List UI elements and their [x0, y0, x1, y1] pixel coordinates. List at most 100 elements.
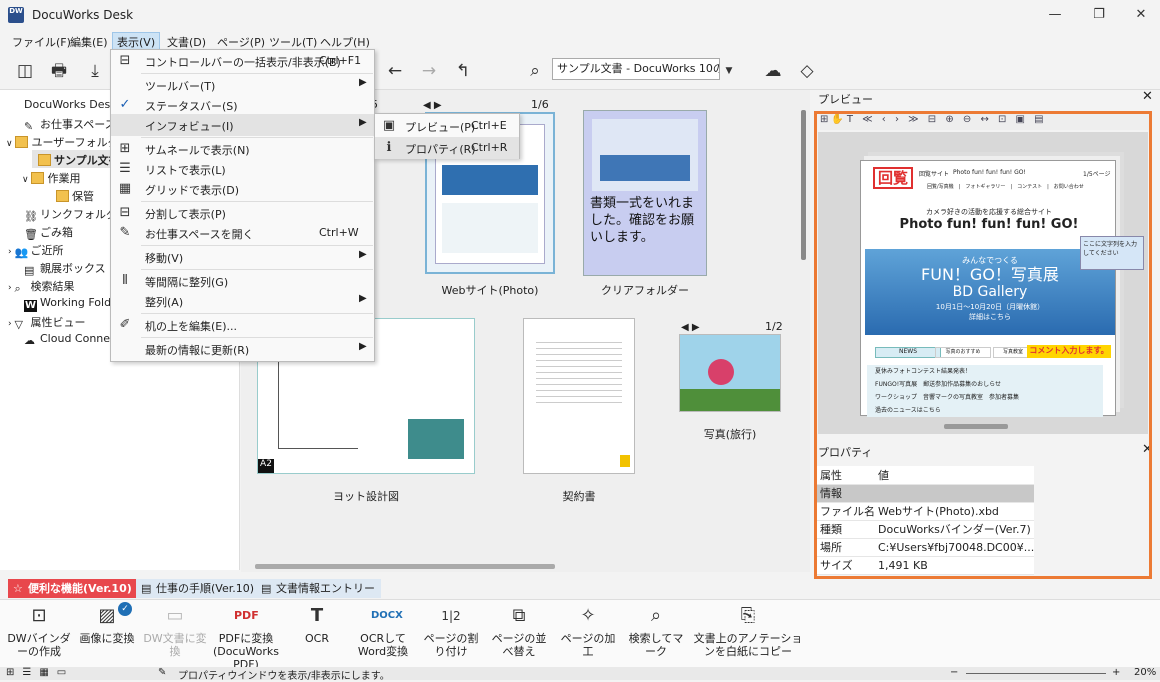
- tree-item-docuworks-desk[interactable]: DocuWorks Desk: [24, 98, 117, 111]
- menu-item-arrange[interactable]: 整列(A) ▶: [111, 290, 374, 312]
- back-arrow-icon[interactable]: ←: [384, 60, 406, 82]
- search-mark-button[interactable]: ⌕ 検索してマーク: [624, 604, 688, 658]
- menu-file[interactable]: ファイル(F): [8, 33, 75, 51]
- checkmark-icon: ✓: [119, 97, 131, 112]
- page-edit-button[interactable]: ✧ ページの加工: [556, 604, 620, 658]
- tree-item-sample-docs[interactable]: サンプル文書: [32, 150, 120, 168]
- menu-item-thumbnail[interactable]: ⊞ サムネールで表示(N): [111, 138, 374, 160]
- folder-icon: [56, 190, 69, 202]
- menu-item-infoview[interactable]: インフォビュー(I) ▶: [111, 114, 374, 136]
- zoom-slider[interactable]: [966, 673, 1106, 674]
- menu-item-controlbar[interactable]: ⊟ コントロールバーの一括表示/非表示(B) Ctrl+F1: [111, 50, 374, 72]
- menu-item-list[interactable]: ☰ リストで表示(L): [111, 158, 374, 180]
- size-badge: A2: [258, 459, 274, 473]
- sticky-note: 書類一式をいれました。確認をお願いします。: [590, 196, 695, 245]
- menu-item-align-evenly[interactable]: ⫴ 等間隔に整列(G): [111, 270, 374, 292]
- dw-convert-button[interactable]: ▭ DW文書に変換: [142, 604, 208, 658]
- page-counter: 1/6: [531, 98, 549, 111]
- ocr-button[interactable]: T OCR: [290, 604, 344, 645]
- zoom-in-icon[interactable]: +: [1112, 667, 1120, 678]
- controlbar-icon: ⊟: [119, 53, 131, 68]
- tab-work-procedure[interactable]: ▤ 仕事の手順(Ver.10): [136, 579, 261, 598]
- split-icon: ⊟: [119, 205, 131, 220]
- bottom-tabs: ☆ 便利な機能(Ver.10) ▤ 仕事の手順(Ver.10) ▤ 文書情報エントリー: [0, 577, 1160, 599]
- tree-item-neighborhood[interactable]: › 👥 ご近所: [8, 242, 63, 259]
- doc-thumb-contract[interactable]: [523, 318, 635, 474]
- tab-doc-info-entry[interactable]: ▤ 文書情報エントリー: [256, 579, 381, 598]
- page-layout-button[interactable]: 1|2 ページの割り付け: [420, 604, 482, 658]
- doc-label-yacht: ヨット設計図: [333, 490, 399, 503]
- annotation-copy-icon: ⎘: [740, 605, 756, 626]
- cloud-upload-icon[interactable]: ☁: [762, 60, 784, 82]
- view-mode-icons[interactable]: ⊞☰▦▭: [6, 667, 74, 678]
- window-title: DocuWorks Desk: [32, 8, 134, 22]
- tree-item-working-folder[interactable]: W Working Folde: [24, 296, 118, 312]
- binder-button[interactable]: ⊡ DWバインダーの作成: [4, 604, 74, 658]
- menu-edit[interactable]: 編集(E): [66, 33, 112, 51]
- menu-item-workspace[interactable]: ✎ お仕事スペースを開く Ctrl+W: [111, 222, 374, 244]
- search-dropdown-icon[interactable]: ▼: [718, 60, 740, 82]
- tree-item-attribute-view[interactable]: › ▽ 属性ビュー: [8, 314, 85, 331]
- tree-item-link-folder[interactable]: ⛓ リンクフォルダ: [24, 206, 117, 223]
- working-folder-icon: W: [24, 300, 37, 312]
- download-icon[interactable]: ⤓: [84, 60, 106, 82]
- horizontal-scrollbar[interactable]: [255, 564, 555, 569]
- people-icon: 👥: [14, 246, 29, 259]
- page-nav[interactable]: ◀ ▶: [681, 322, 700, 333]
- chevron-down-icon: ∨: [6, 139, 16, 149]
- menu-item-move[interactable]: 移動(V) ▶: [111, 246, 374, 268]
- tree-item-work[interactable]: ∨ 作業用: [22, 170, 80, 186]
- tree-item-archive[interactable]: 保管: [56, 188, 94, 204]
- properties-icon: ℹ: [386, 140, 392, 155]
- doc-thumb-photo[interactable]: [679, 334, 781, 412]
- grid-icon: ▦: [118, 181, 132, 196]
- pdf-convert-button[interactable]: PDF PDFに変換(DocuWorks PDF): [210, 604, 282, 671]
- doc-thumb-clear-folder[interactable]: 書類一式をいれました。確認をお願いします。: [583, 110, 707, 276]
- menu-item-split[interactable]: ⊟ 分割して表示(P): [111, 202, 374, 224]
- image-convert-button[interactable]: ▨ 画像に変換 ✓: [76, 602, 138, 645]
- menu-item-grid[interactable]: ▦ グリッドで表示(D): [111, 178, 374, 200]
- submenu-item-preview[interactable]: ▣ プレビュー(P) Ctrl+E: [375, 115, 519, 137]
- annotation-copy-button[interactable]: ⎘ 文書上のアノテーションを白紙にコピー: [692, 604, 804, 658]
- panel-toggle-icon[interactable]: ◫: [14, 60, 36, 82]
- zoom-out-icon[interactable]: −: [950, 667, 958, 678]
- page-counter: 1/2: [765, 320, 783, 333]
- tree-item-workspace[interactable]: ✎ お仕事スペース: [24, 116, 116, 133]
- close-window-button[interactable]: ✕: [1126, 4, 1156, 26]
- infoview-submenu: ▣ プレビュー(P) Ctrl+E ℹ プロパティ(R) Ctrl+R: [374, 113, 520, 159]
- tab-useful-features[interactable]: ☆ 便利な機能(Ver.10): [8, 579, 138, 598]
- tree-item-cloud-connect[interactable]: ☁ Cloud Connect: [24, 332, 120, 347]
- edit-desk-icon: ✐: [119, 317, 131, 332]
- menu-item-toolbar[interactable]: ツールバー(T) ▶: [111, 74, 374, 96]
- zoom-level: 20%: [1134, 667, 1157, 678]
- ocr-word-button[interactable]: DOCX OCRしてWord変換: [352, 604, 414, 658]
- menu-item-edit-desk[interactable]: ✐ 机の上を編集(E)...: [111, 314, 374, 336]
- tree-item-confidential[interactable]: ▤ 親展ボックス: [24, 260, 106, 277]
- chevron-right-icon: ▶: [359, 341, 367, 352]
- procedure-icon: ▤: [141, 582, 152, 595]
- status-bar: ⊞☰▦▭ ✎ プロパティウインドウを表示/非表示にします。 − + 20%: [0, 667, 1160, 682]
- preview-title: プレビュー: [818, 93, 873, 106]
- tree-item-trash[interactable]: 🗑 ごみ箱: [24, 224, 73, 241]
- menu-item-statusbar[interactable]: ✓ ステータスバー(S): [111, 94, 374, 116]
- search-input[interactable]: サンプル文書 - DocuWorks 10の検: [552, 58, 720, 80]
- filter-icon: ▽: [14, 318, 23, 331]
- up-folder-icon[interactable]: ↰: [452, 60, 474, 82]
- search-icon[interactable]: ⌕: [524, 60, 546, 82]
- menu-item-refresh[interactable]: 最新の情報に更新(R) ▶: [111, 338, 374, 360]
- forward-arrow-icon[interactable]: →: [418, 60, 440, 82]
- binder-icon: ⊡: [31, 605, 47, 626]
- minimize-button[interactable]: —: [1040, 4, 1070, 26]
- doc-label-contract: 契約書: [562, 490, 596, 503]
- restore-button[interactable]: ❐: [1084, 4, 1114, 26]
- chevron-down-icon: ∨: [22, 175, 32, 185]
- page-sort-button[interactable]: ⧉ ページの並べ替え: [488, 604, 550, 658]
- page-nav[interactable]: ◀ ▶: [423, 100, 442, 111]
- close-preview-icon[interactable]: ✕: [1142, 89, 1153, 104]
- eraser-icon[interactable]: ◇: [796, 60, 818, 82]
- tree-item-search-results[interactable]: › ⌕ 検索結果: [8, 278, 74, 295]
- tree-item-user-folder[interactable]: ∨ ユーザーフォルダ: [6, 134, 119, 150]
- vertical-scrollbar[interactable]: [801, 110, 806, 260]
- submenu-item-properties[interactable]: ℹ プロパティ(R) Ctrl+R: [375, 137, 519, 159]
- print-icon[interactable]: 🖶: [48, 60, 70, 82]
